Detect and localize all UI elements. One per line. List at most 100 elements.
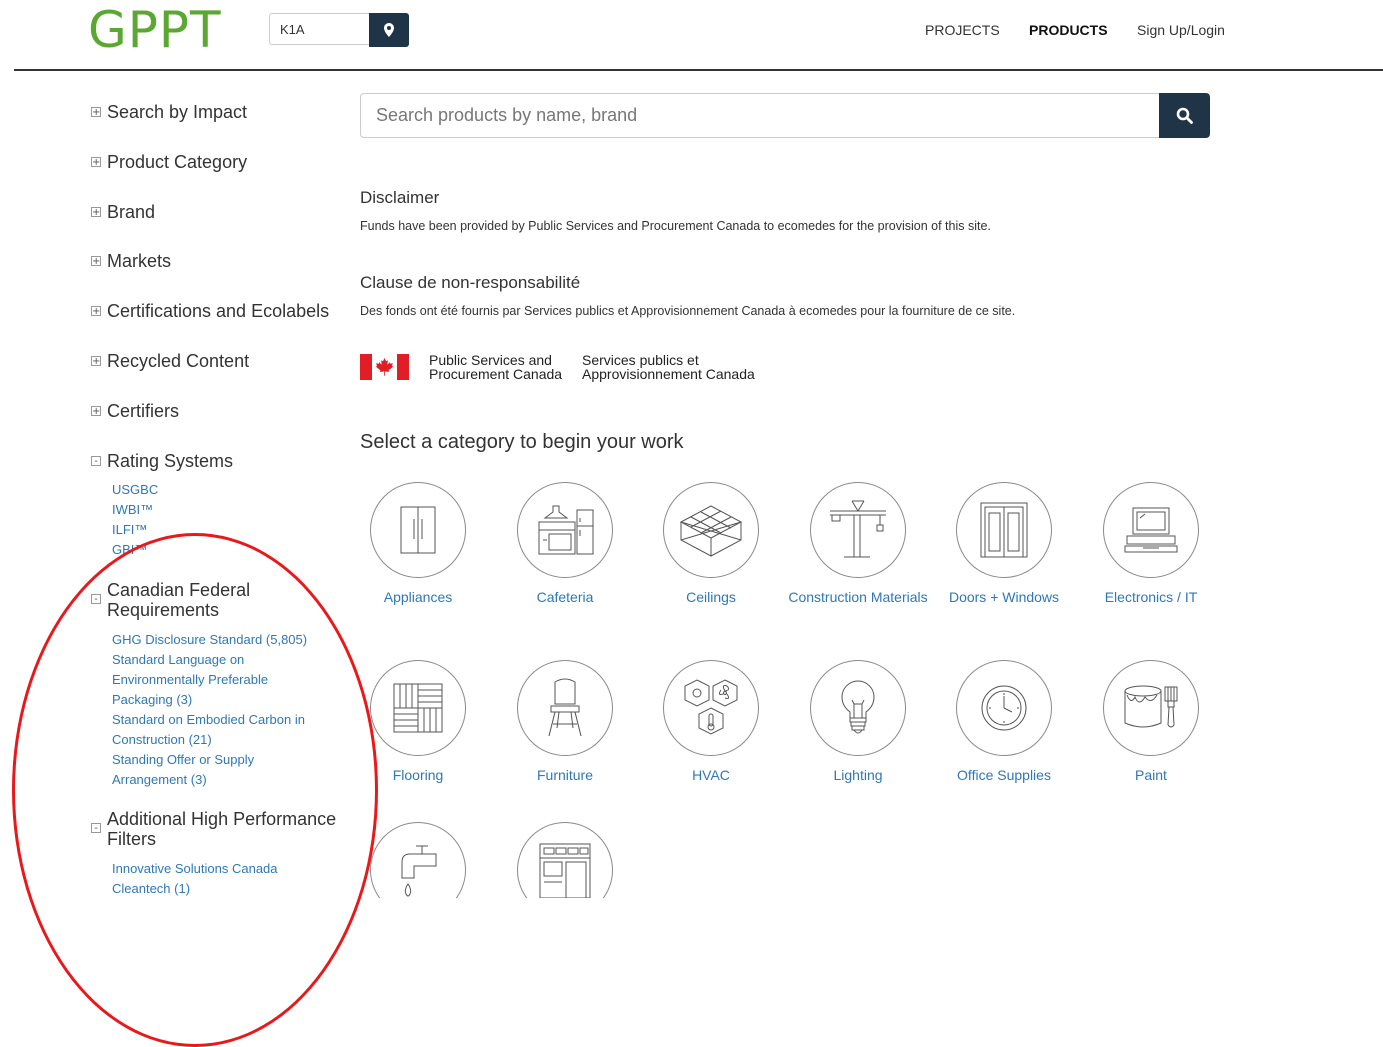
product-search-input[interactable] [360,93,1160,138]
nav-signup-login[interactable]: Sign Up/Login [1137,22,1225,38]
category-label[interactable]: Lighting [785,768,931,783]
category-furniture[interactable]: Furniture [492,660,638,783]
federal-link-standing-offer[interactable]: Standing Offer or Supply Arrangement (3) [112,750,287,790]
disclaimer-text: Funds have been provided by Public Servi… [360,219,991,233]
parquet-icon [393,683,443,733]
filter-canadian-federal[interactable]: - Canadian Federal Requirements [91,580,331,620]
category-label[interactable]: Cafeteria [492,590,638,605]
header-divider [14,69,1383,71]
filter-label[interactable]: Certifications and Ecolabels [107,301,329,321]
category-label[interactable]: Electronics / IT [1078,590,1224,605]
collapse-icon[interactable]: - [91,594,101,605]
hvac-icon [684,679,738,735]
expand-icon[interactable]: + [91,356,101,367]
filter-recycled-content[interactable]: + Recycled Content [91,351,249,371]
category-ceilings[interactable]: Ceilings [638,482,784,605]
category-hvac[interactable]: HVAC [638,660,784,783]
computer-icon [1124,507,1178,553]
rating-link-usgbc[interactable]: USGBC [112,480,158,500]
category-storefront[interactable] [492,822,638,898]
org-name-en: Public Services and Procurement Canada [429,352,563,382]
expand-icon[interactable]: + [91,107,101,118]
additional-link-cleantech[interactable]: Innovative Solutions Canada Cleantech (1… [112,859,312,899]
category-label[interactable]: Flooring [345,768,491,783]
rating-link-ilfi[interactable]: ILFI™ [112,520,147,540]
ceiling-grid-icon [679,505,743,557]
canada-flag-icon [360,354,409,380]
categories-heading: Select a category to begin your work [360,431,684,453]
category-label[interactable]: Ceilings [638,590,784,605]
category-plumbing[interactable] [355,822,491,898]
filter-label[interactable]: Product Category [107,152,247,172]
location-button[interactable] [369,13,409,47]
collapse-icon[interactable]: - [91,456,101,467]
filter-label[interactable]: Recycled Content [107,351,249,371]
disclaimer-title-fr: Clause de non-responsabilité [360,273,581,292]
category-label[interactable]: Appliances [345,590,491,605]
expand-icon[interactable]: + [91,207,101,218]
filter-label[interactable]: Certifiers [107,401,179,421]
federal-link-ghg[interactable]: GHG Disclosure Standard (5,805) [112,630,332,650]
category-label[interactable]: Paint [1078,768,1224,783]
product-search [360,93,1210,138]
category-label[interactable]: Doors + Windows [931,590,1077,605]
filter-additional-high-performance[interactable]: - Additional High Performance Filters [91,809,346,849]
site-logo[interactable]: GPPT [88,3,222,57]
search-button[interactable] [1159,93,1210,138]
filter-search-by-impact[interactable]: + Search by Impact [91,102,247,122]
expand-icon[interactable]: + [91,256,101,267]
filter-certifiers[interactable]: + Certifiers [91,401,179,421]
category-label[interactable]: Construction Materials [785,590,931,605]
category-paint[interactable]: Paint [1078,660,1224,783]
expand-icon[interactable]: + [91,406,101,417]
filter-label[interactable]: Markets [107,251,171,271]
nav-projects[interactable]: PROJECTS [925,22,1000,38]
filter-brand[interactable]: + Brand [91,202,155,222]
category-flooring[interactable]: Flooring [345,660,491,783]
disclaimer-text-fr: Des fonds ont été fournis par Services p… [360,304,1016,318]
org-name-fr: Services publics et Approvisionnement Can… [582,352,755,382]
search-icon [1176,107,1193,124]
category-label[interactable]: Furniture [492,768,638,783]
filter-label[interactable]: Canadian Federal Requirements [107,580,331,620]
category-label[interactable]: HVAC [638,768,784,783]
rating-link-iwbi[interactable]: IWBI™ [112,500,153,520]
category-doors-windows[interactable]: Doors + Windows [931,482,1077,605]
nav-products[interactable]: PRODUCTS [1029,22,1108,38]
rating-link-gbi[interactable]: GBI™ [112,540,147,560]
category-cafeteria[interactable]: Cafeteria [492,482,638,605]
category-appliances[interactable]: Appliances [345,482,491,605]
location-input[interactable] [269,13,369,45]
category-label[interactable]: Office Supplies [931,768,1077,783]
kitchen-icon [538,505,594,555]
faucet-icon [401,845,437,897]
filter-label[interactable]: Rating Systems [107,451,233,471]
filter-certifications[interactable]: + Certifications and Ecolabels [91,301,329,321]
storefront-icon [539,843,591,898]
expand-icon[interactable]: + [91,306,101,317]
filter-label[interactable]: Brand [107,202,155,222]
federal-link-embodied-carbon[interactable]: Standard on Embodied Carbon in Construct… [112,710,327,750]
collapse-icon[interactable]: - [91,823,101,834]
category-electronics-it[interactable]: Electronics / IT [1078,482,1224,605]
double-door-icon [980,502,1028,558]
refrigerator-icon [400,506,436,554]
filter-label[interactable]: Additional High Performance Filters [107,809,346,849]
filter-markets[interactable]: + Markets [91,251,171,271]
light-bulb-icon [841,680,875,734]
crane-icon [830,500,886,558]
clock-icon [981,685,1027,731]
filter-rating-systems[interactable]: - Rating Systems [91,451,233,471]
filter-product-category[interactable]: + Product Category [91,152,247,172]
expand-icon[interactable]: + [91,157,101,168]
category-office-supplies[interactable]: Office Supplies [931,660,1077,783]
category-lighting[interactable]: Lighting [785,660,931,783]
federal-link-packaging[interactable]: Standard Language on Environmentally Pre… [112,650,302,710]
map-pin-icon [384,23,394,37]
location-search [269,13,409,47]
category-construction-materials[interactable]: Construction Materials [785,482,931,605]
chair-icon [548,678,582,737]
paint-can-icon [1124,685,1178,728]
category-row-partial [355,800,655,898]
filter-label[interactable]: Search by Impact [107,102,247,122]
